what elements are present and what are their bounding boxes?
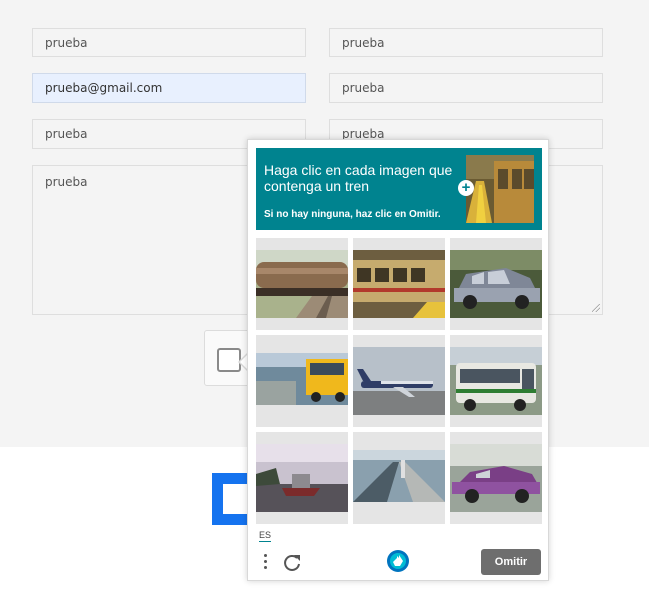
menu-dots-icon[interactable] — [262, 554, 268, 572]
challenge-footer: Omitir — [248, 542, 548, 580]
image-tile[interactable] — [256, 238, 348, 330]
challenge-prompt: Haga clic en cada imagen que contenga un… — [256, 148, 542, 230]
airplane-image — [353, 347, 445, 415]
image-tile[interactable] — [450, 335, 542, 427]
city-bus-image — [450, 347, 542, 415]
image-tile[interactable] — [256, 432, 348, 524]
tanker-train-image — [256, 250, 348, 318]
subway-train-image — [353, 250, 445, 318]
image-tile[interactable] — [353, 238, 445, 330]
image-tile[interactable] — [450, 432, 542, 524]
message-text: prueba — [45, 175, 88, 189]
site-logo — [212, 473, 252, 525]
challenge-hint-text: Si no hay ninguna, haz clic en Omitir. — [264, 209, 441, 220]
refresh-icon[interactable] — [282, 552, 302, 572]
last-name-field[interactable]: prueba — [329, 28, 603, 57]
resize-handle[interactable] — [592, 304, 600, 312]
boat-image — [256, 444, 348, 512]
image-tile[interactable] — [450, 238, 542, 330]
image-tile[interactable] — [256, 335, 348, 427]
image-tile[interactable] — [353, 335, 445, 427]
captcha-challenge-dialog: Haga clic en cada imagen que contenga un… — [247, 139, 549, 581]
example-train-image — [466, 155, 534, 223]
language-selector[interactable]: ES — [259, 530, 272, 542]
station-platform-image — [353, 450, 445, 502]
skip-button[interactable]: Omitir — [481, 549, 541, 575]
add-example-icon: + — [458, 180, 474, 196]
old-car-image — [450, 250, 542, 318]
phone-field[interactable]: prueba — [329, 73, 603, 103]
image-tile[interactable] — [353, 432, 445, 524]
email-field[interactable]: prueba@gmail.com — [32, 73, 306, 103]
first-name-field[interactable]: prueba — [32, 28, 306, 57]
yellow-bus-image — [256, 353, 348, 405]
challenge-prompt-text: Haga clic en cada imagen que contenga un… — [264, 162, 453, 194]
hcaptcha-logo-icon — [387, 550, 409, 572]
purple-car-image — [450, 444, 542, 512]
